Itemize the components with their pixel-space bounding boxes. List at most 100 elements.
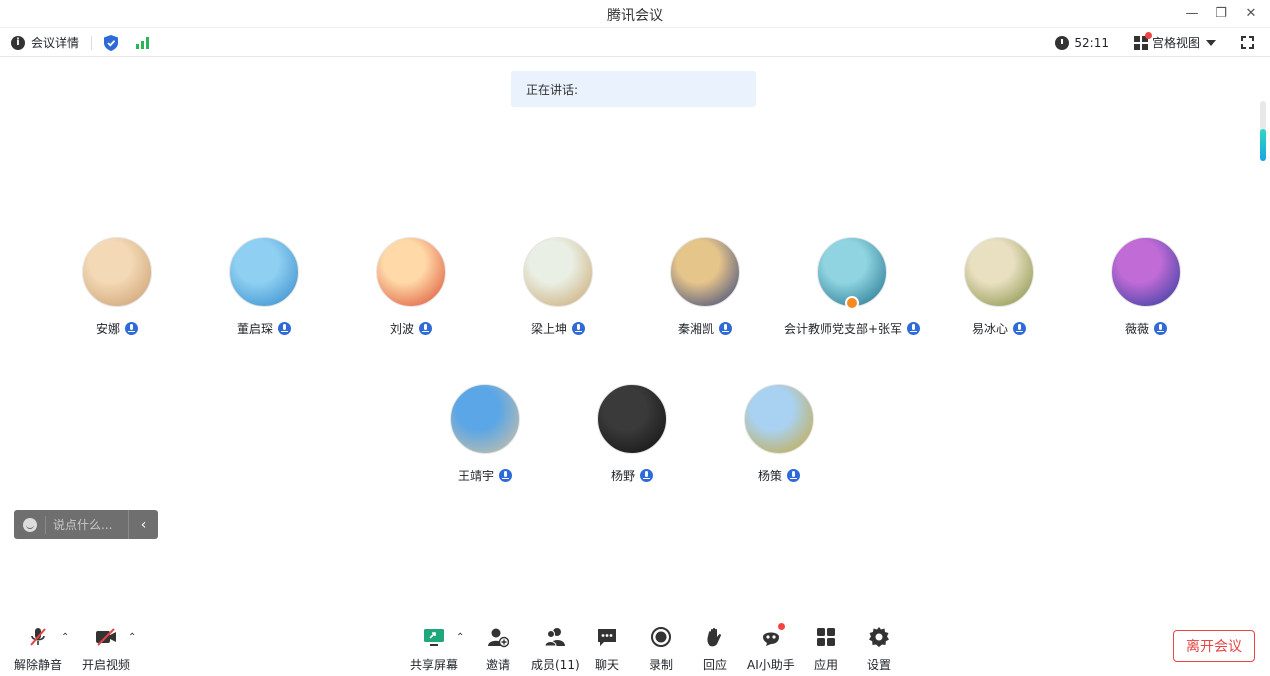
chat-input-box[interactable]: 说点什么... ‹ <box>14 510 158 539</box>
minimize-button[interactable]: — <box>1180 4 1204 22</box>
share-options-chevron-icon[interactable]: ⌃ <box>456 632 464 643</box>
participant-name-row: 秦湘凯 <box>635 320 775 337</box>
settings-button[interactable]: 设置 <box>867 626 891 673</box>
participant-name: 易冰心 <box>971 322 1008 336</box>
participant-tile[interactable]: 梁上坤 <box>488 237 628 337</box>
meeting-info-group: i 会议详情 <box>11 34 150 51</box>
settings-label: 设置 <box>867 658 892 672</box>
close-button[interactable]: ✕ <box>1239 4 1263 22</box>
raise-hand-icon <box>704 626 726 648</box>
participant-name: 安娜 <box>95 322 120 336</box>
participant-name-row: 刘波 <box>341 320 481 337</box>
react-label: 回应 <box>703 658 728 672</box>
start-video-button[interactable]: 开启视频 <box>82 626 130 673</box>
mic-status-icon <box>719 322 732 335</box>
unmute-button[interactable]: 解除静音 <box>14 626 62 673</box>
record-label: 录制 <box>649 658 674 672</box>
participant-name: 王靖宇 <box>457 469 494 483</box>
meeting-status-group: 52:11 宫格视图 <box>1055 31 1254 51</box>
audio-options-chevron-icon[interactable]: ⌃ <box>61 632 69 643</box>
mic-status-icon <box>278 322 291 335</box>
fullscreen-icon[interactable] <box>1241 36 1254 49</box>
avatar[interactable] <box>597 384 667 454</box>
participant-tile[interactable]: 王靖宇 <box>415 384 555 484</box>
mic-status-icon <box>1154 322 1167 335</box>
emoji-icon[interactable] <box>23 517 37 532</box>
participant-tile[interactable]: 会计教师党支部+张军 <box>782 237 922 337</box>
chat-bubble-icon <box>596 626 618 648</box>
participant-name: 梁上坤 <box>530 322 567 336</box>
react-button[interactable]: 回应 <box>703 626 727 673</box>
mic-status-icon <box>1013 322 1026 335</box>
share-screen-label: 共享屏幕 <box>410 658 459 672</box>
title-bar: 腾讯会议 — ❐ ✕ <box>0 0 1270 28</box>
apps-grid-icon <box>815 626 837 648</box>
chat-label: 聊天 <box>595 658 620 672</box>
members-button[interactable]: 成员(11) <box>531 626 580 673</box>
mic-status-icon <box>572 322 585 335</box>
apps-button[interactable]: 应用 <box>814 626 838 673</box>
avatar[interactable] <box>1111 237 1181 307</box>
record-button[interactable]: 录制 <box>649 626 673 673</box>
collapse-chat-icon[interactable]: ‹ <box>128 510 158 539</box>
notification-dot <box>777 623 785 630</box>
participant-tile[interactable]: 薇薇 <box>1076 237 1216 337</box>
participant-name-row: 薇薇 <box>1076 320 1216 337</box>
view-mode-dropdown[interactable]: 宫格视图 <box>1152 34 1200 51</box>
mic-status-icon <box>907 322 921 335</box>
avatar[interactable] <box>229 237 299 307</box>
mic-status-icon <box>499 469 512 482</box>
participant-tile[interactable]: 安娜 <box>47 237 187 337</box>
participant-name-row: 董启琛 <box>194 320 334 337</box>
participant-name: 薇薇 <box>1124 322 1149 336</box>
mic-status-icon <box>419 322 432 335</box>
gear-icon <box>868 626 890 648</box>
participant-tile[interactable]: 易冰心 <box>929 237 1069 337</box>
grid-view-icon[interactable] <box>1133 31 1152 50</box>
avatar[interactable] <box>744 384 814 454</box>
meeting-info-link[interactable]: 会议详情 <box>31 34 79 51</box>
unmute-label: 解除静音 <box>14 658 63 672</box>
participant-tile[interactable]: 杨野 <box>562 384 702 484</box>
meeting-timer: 52:11 <box>1074 35 1109 50</box>
network-signal-icon[interactable] <box>136 36 150 49</box>
host-badge-icon <box>845 296 859 310</box>
participant-name-row: 杨野 <box>562 467 702 484</box>
participant-tile[interactable]: 杨策 <box>709 384 849 484</box>
mic-status-icon <box>125 322 138 335</box>
ai-assistant-button[interactable]: AI小助手 <box>747 623 795 673</box>
avatar[interactable] <box>450 384 520 454</box>
avatar[interactable] <box>82 237 152 307</box>
avatar[interactable] <box>523 237 593 307</box>
participant-tile[interactable]: 刘波 <box>341 237 481 337</box>
participant-tile[interactable]: 秦湘凯 <box>635 237 775 337</box>
avatar[interactable] <box>964 237 1034 307</box>
scrollbar[interactable] <box>1260 101 1266 161</box>
share-screen-button[interactable]: 共享屏幕 <box>410 626 458 673</box>
info-icon[interactable]: i <box>11 35 25 50</box>
chat-button[interactable]: 聊天 <box>595 626 619 673</box>
avatar[interactable] <box>376 237 446 307</box>
participant-name-row: 杨策 <box>709 467 849 484</box>
video-options-chevron-icon[interactable]: ⌃ <box>128 632 136 643</box>
participant-name: 董启琛 <box>236 322 273 336</box>
restore-button[interactable]: ❐ <box>1209 4 1233 22</box>
invite-button[interactable]: 邀请 <box>486 626 510 673</box>
meeting-info-bar: i 会议详情 52:11 宫格视图 <box>0 28 1270 57</box>
participant-name-row: 王靖宇 <box>415 467 555 484</box>
security-shield-icon[interactable] <box>104 34 119 51</box>
camera-off-icon <box>95 626 117 648</box>
leave-meeting-button[interactable]: 离开会议 <box>1173 630 1255 662</box>
ai-assistant-label: AI小助手 <box>747 658 795 672</box>
clock-icon <box>1055 35 1070 50</box>
chat-input[interactable]: 说点什么... <box>45 515 128 534</box>
ai-assistant-icon <box>760 623 785 648</box>
muted-mic-icon <box>27 626 49 648</box>
participant-tile[interactable]: 董启琛 <box>194 237 334 337</box>
chevron-down-icon[interactable] <box>1206 39 1216 46</box>
participant-name: 刘波 <box>389 322 414 336</box>
avatar[interactable] <box>670 237 740 307</box>
participant-name: 杨策 <box>757 469 782 483</box>
participant-name: 秦湘凯 <box>677 322 714 336</box>
participant-name-row: 会计教师党支部+张军 <box>782 320 922 337</box>
